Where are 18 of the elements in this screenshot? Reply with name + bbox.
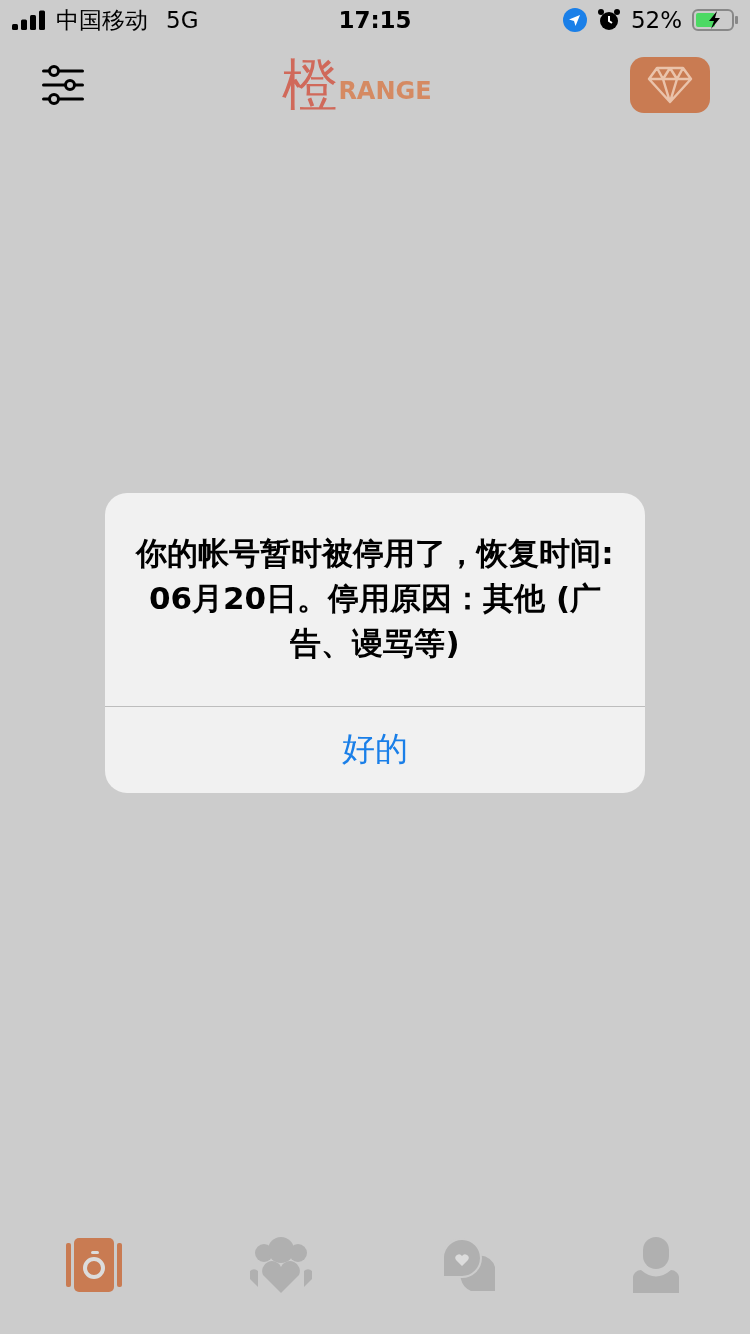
network-type: 5G bbox=[166, 7, 199, 33]
cards-icon bbox=[65, 1238, 122, 1292]
signal-icon bbox=[12, 10, 46, 30]
group-icon bbox=[250, 1237, 313, 1293]
status-time: 17:15 bbox=[338, 7, 412, 33]
battery-charging-icon bbox=[692, 9, 738, 31]
person-icon bbox=[633, 1237, 680, 1293]
alert-message: 你的帐号暂时被停用了，恢复时间: 06月20日。停用原因：其他 (广告、谩骂等) bbox=[105, 493, 645, 707]
ok-button[interactable]: 好的 bbox=[105, 706, 645, 793]
diamond-icon bbox=[647, 66, 693, 104]
battery-percent: 52% bbox=[630, 7, 682, 33]
location-icon bbox=[562, 8, 587, 32]
logo-text: RANGE bbox=[338, 77, 432, 105]
filter-sliders-icon[interactable] bbox=[42, 65, 84, 105]
carrier-name: 中国移动 bbox=[56, 5, 148, 35]
premium-button[interactable] bbox=[630, 57, 710, 113]
logo-mark: 橙 bbox=[282, 57, 339, 113]
alarm-icon bbox=[596, 8, 621, 32]
